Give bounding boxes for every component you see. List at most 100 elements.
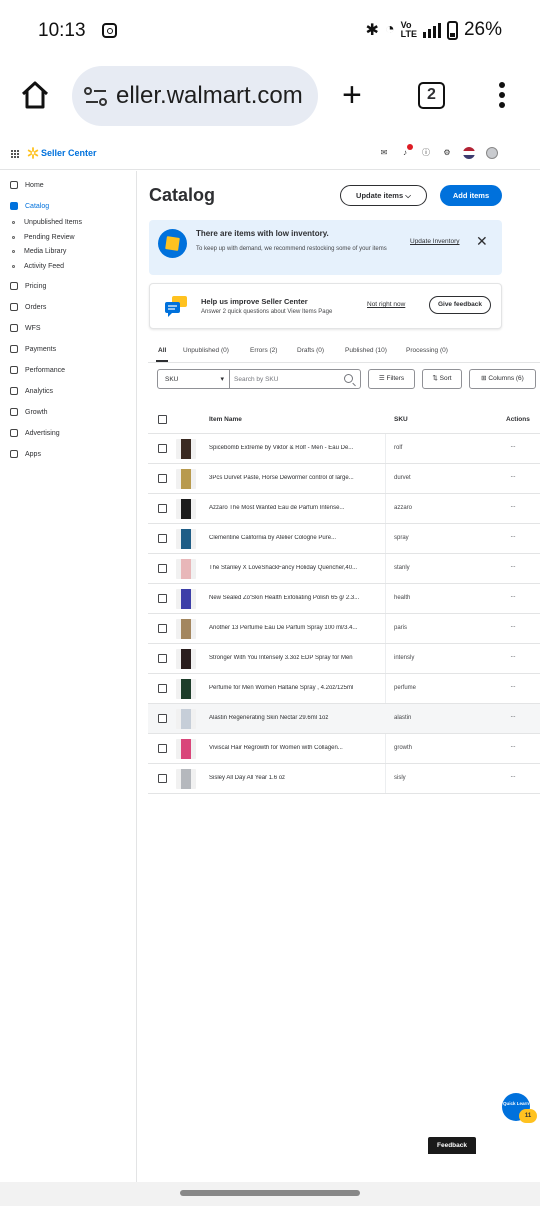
item-name-cell[interactable]: Stronger With You Intensely 3.3oz EDP Sp… <box>209 655 385 661</box>
sidebar-subitem-media-library[interactable]: Media Library <box>12 248 66 255</box>
row-actions-menu-icon[interactable]: ··· <box>510 532 516 541</box>
item-name-cell[interactable]: Alastin Regenerating Skin Nectar 29.6ml … <box>209 715 385 721</box>
row-actions-menu-icon[interactable]: ··· <box>510 682 516 691</box>
table-row[interactable]: New Sealed Zo'Skin Health Exfoliating Po… <box>148 584 540 614</box>
row-checkbox[interactable] <box>158 774 167 783</box>
item-name-cell[interactable]: The Stanley X LoveShackFancy Holiday Que… <box>209 565 385 571</box>
row-actions-menu-icon[interactable]: ··· <box>510 622 516 631</box>
notification-bell-icon[interactable]: ♪ <box>400 144 413 158</box>
sidebar-subitem-unpublished[interactable]: Unpublished Items <box>12 219 82 226</box>
table-row[interactable]: Viviscal Hair Regrowth for Women with Co… <box>148 734 540 764</box>
sidebar-item-apps[interactable]: Apps <box>10 450 41 458</box>
row-checkbox[interactable] <box>158 744 167 753</box>
browser-menu-icon[interactable] <box>499 82 505 112</box>
table-row[interactable]: Sisley All Day All Year 1.6 oz sisly ··· <box>148 764 540 794</box>
search-icon[interactable] <box>344 374 353 383</box>
filters-button[interactable]: ☰ Filters <box>368 369 415 389</box>
row-checkbox[interactable] <box>158 594 167 603</box>
us-flag-icon[interactable] <box>463 147 475 159</box>
tab-all[interactable]: All <box>158 347 166 354</box>
new-tab-button[interactable]: + <box>342 78 362 112</box>
row-actions-menu-icon[interactable]: ··· <box>510 652 516 661</box>
close-icon[interactable]: ✕ <box>476 233 488 250</box>
sidebar-item-payments[interactable]: Payments <box>10 345 56 353</box>
row-checkbox[interactable] <box>158 684 167 693</box>
site-settings-icon[interactable] <box>84 86 108 108</box>
sidebar-item-pricing[interactable]: Pricing <box>10 282 46 290</box>
update-inventory-link[interactable]: Update Inventory <box>410 238 460 245</box>
select-all-checkbox[interactable] <box>158 415 167 424</box>
tab-errors[interactable]: Errors (2) <box>250 347 277 354</box>
sort-button[interactable]: ⇅ Sort <box>422 369 462 389</box>
table-row[interactable]: Spicebomb Extreme by Viktor & Rolf - Men… <box>148 434 540 464</box>
avatar[interactable] <box>486 147 498 159</box>
address-bar[interactable]: eller.walmart.com <box>72 66 318 126</box>
sidebar-subitem-activity-feed[interactable]: Activity Feed <box>12 263 64 270</box>
table-row[interactable]: Another 13 Perfume Eau De Parfum Spray 1… <box>148 614 540 644</box>
column-header-item-name[interactable]: Item Name <box>209 416 242 423</box>
sidebar-item-orders[interactable]: Orders <box>10 303 46 311</box>
row-checkbox[interactable] <box>158 504 167 513</box>
sidebar-item-catalog[interactable]: Catalog <box>10 202 49 210</box>
home-gesture-handle[interactable] <box>180 1190 360 1196</box>
tab-processing[interactable]: Processing (0) <box>406 347 448 354</box>
home-icon[interactable] <box>20 80 50 110</box>
row-actions-menu-icon[interactable]: ··· <box>510 562 516 571</box>
item-name-cell[interactable]: Sisley All Day All Year 1.6 oz <box>209 775 385 781</box>
add-items-button[interactable]: Add items <box>440 185 502 206</box>
feedback-tab-button[interactable]: Feedback <box>428 1137 476 1154</box>
tab-unpublished[interactable]: Unpublished (0) <box>183 347 229 354</box>
table-row[interactable]: Azzaro The Most Wanted Eau de Parfum Int… <box>148 494 540 524</box>
item-name-cell[interactable]: Azzaro The Most Wanted Eau de Parfum Int… <box>209 505 385 511</box>
row-actions-menu-icon[interactable]: ··· <box>510 592 516 601</box>
row-checkbox[interactable] <box>158 654 167 663</box>
row-actions-menu-icon[interactable]: ··· <box>510 772 516 781</box>
item-name-cell[interactable]: Spicebomb Extreme by Viktor & Rolf - Men… <box>209 445 385 451</box>
item-name-cell[interactable]: Clementine California by Atelier Cologne… <box>209 535 385 541</box>
tab-published[interactable]: Published (10) <box>345 347 387 354</box>
row-actions-menu-icon[interactable]: ··· <box>510 712 516 721</box>
item-name-cell[interactable]: 3Pcs Durvet Paste, Horse Dewormer contro… <box>209 475 385 481</box>
item-name-cell[interactable]: Another 13 Perfume Eau De Parfum Spray 1… <box>209 625 385 631</box>
sidebar-item-analytics[interactable]: Analytics <box>10 387 53 395</box>
table-row[interactable]: Alastin Regenerating Skin Nectar 29.6ml … <box>148 704 540 734</box>
row-actions-menu-icon[interactable]: ··· <box>510 442 516 451</box>
tab-switcher-button[interactable]: 2 <box>418 82 445 109</box>
sidebar-subitem-pending-review[interactable]: Pending Review <box>12 234 75 241</box>
settings-gear-icon[interactable]: ⚙ <box>442 148 452 158</box>
row-checkbox[interactable] <box>158 534 167 543</box>
row-actions-menu-icon[interactable]: ··· <box>510 502 516 511</box>
item-name-cell[interactable]: Viviscal Hair Regrowth for Women with Co… <box>209 745 385 751</box>
table-row[interactable]: The Stanley X LoveShackFancy Holiday Que… <box>148 554 540 584</box>
table-row[interactable]: Stronger With You Intensely 3.3oz EDP Sp… <box>148 644 540 674</box>
table-row[interactable]: 3Pcs Durvet Paste, Horse Dewormer contro… <box>148 464 540 494</box>
item-name-cell[interactable]: Perfume for Men Women Haltane Spray , 4.… <box>209 685 385 691</box>
table-row[interactable]: Clementine California by Atelier Cologne… <box>148 524 540 554</box>
sidebar-item-home[interactable]: Home <box>10 181 44 189</box>
app-grid-icon[interactable] <box>11 150 19 158</box>
row-checkbox[interactable] <box>158 714 167 723</box>
give-feedback-button[interactable]: Give feedback <box>429 296 491 314</box>
row-checkbox[interactable] <box>158 624 167 633</box>
sidebar-item-advertising[interactable]: Advertising <box>10 429 60 437</box>
column-header-sku[interactable]: SKU <box>394 416 408 423</box>
sidebar-item-wfs[interactable]: WFS <box>10 324 41 332</box>
row-actions-menu-icon[interactable]: ··· <box>510 472 516 481</box>
row-checkbox[interactable] <box>158 474 167 483</box>
help-icon[interactable]: ⓘ <box>421 148 431 158</box>
row-actions-menu-icon[interactable]: ··· <box>510 742 516 751</box>
row-checkbox[interactable] <box>158 564 167 573</box>
search-field-select[interactable]: SKU <box>157 369 230 389</box>
row-checkbox[interactable] <box>158 444 167 453</box>
table-row[interactable]: Perfume for Men Women Haltane Spray , 4.… <box>148 674 540 704</box>
brand-name[interactable]: Seller Center <box>41 148 97 158</box>
sku-search-input[interactable]: Search by SKU <box>230 369 361 389</box>
sidebar-item-growth[interactable]: Growth <box>10 408 48 416</box>
mail-icon[interactable]: ✉ <box>379 148 389 158</box>
update-items-button[interactable]: Update items ⌵ <box>340 185 427 206</box>
item-name-cell[interactable]: New Sealed Zo'Skin Health Exfoliating Po… <box>209 595 385 601</box>
columns-button[interactable]: ⊞ Columns (6) <box>469 369 536 389</box>
sidebar-item-performance[interactable]: Performance <box>10 366 65 374</box>
not-right-now-link[interactable]: Not right now <box>367 301 405 308</box>
tab-drafts[interactable]: Drafts (0) <box>297 347 324 354</box>
